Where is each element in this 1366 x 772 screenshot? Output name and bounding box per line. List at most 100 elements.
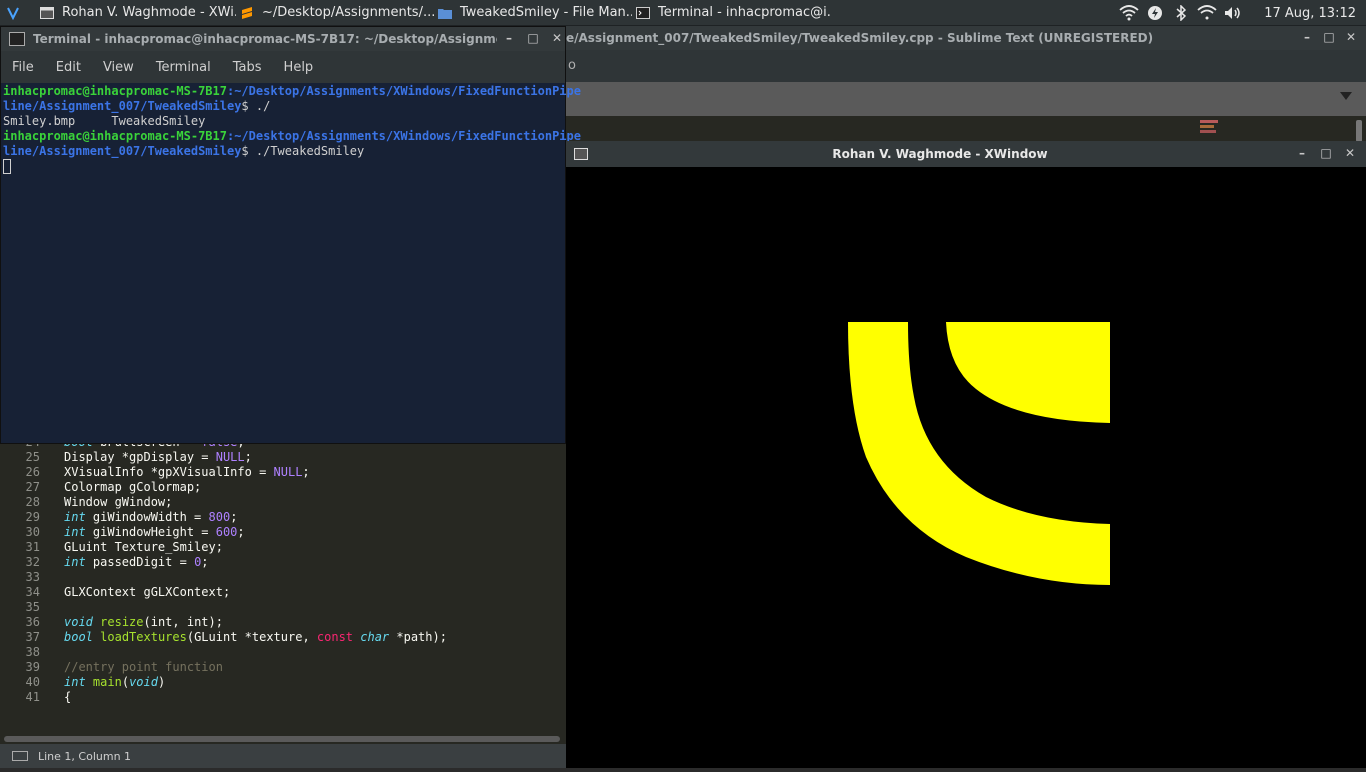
network-icon[interactable]	[1196, 0, 1218, 26]
code-text: GLuint Texture_Smiley;	[64, 540, 223, 554]
line-number: 32	[25, 555, 40, 569]
minimap[interactable]	[1200, 120, 1224, 140]
terminal-line: inhacpromac@inhacpromac-MS-7B17:~/Deskto…	[3, 84, 581, 98]
sublime-menu-fragment[interactable]: o	[568, 58, 576, 73]
cursor-position: Line 1, Column 1	[38, 749, 132, 763]
line-number: 36	[25, 615, 40, 629]
line-number: 28	[25, 495, 40, 509]
tab-list-chevron-icon[interactable]	[1340, 92, 1352, 100]
terminal-icon	[9, 32, 25, 46]
code-text: Window gWindow;	[64, 495, 173, 509]
code-line[interactable]: 41 {	[0, 690, 564, 705]
wifi-icon[interactable]	[1118, 0, 1140, 26]
volume-icon[interactable]	[1222, 0, 1244, 26]
code-line[interactable]: 33	[0, 570, 564, 585]
app-menu-button[interactable]	[0, 0, 36, 26]
maximize-button[interactable]: □	[525, 31, 541, 45]
line-number: 30	[25, 525, 40, 539]
taskbar-item-label: Rohan V. Waghmode - XWi...	[62, 5, 236, 20]
terminal-title: Terminal - inhacpromac@inhacpromac-MS-7B…	[33, 32, 497, 46]
smiley-texture-render	[566, 167, 1366, 768]
opengl-canvas[interactable]	[566, 167, 1366, 768]
taskbar-item-label: TweakedSmiley - File Man...	[460, 5, 632, 20]
vertical-scrollbar[interactable]	[1356, 120, 1362, 142]
minimize-button[interactable]: –	[501, 31, 517, 45]
line-number: 35	[25, 600, 40, 614]
status-bar: Line 1, Column 1	[0, 744, 566, 768]
menu-help[interactable]: Help	[273, 60, 325, 75]
code-text: bool loadTextures(GLuint *texture, const…	[64, 630, 447, 644]
code-line[interactable]: 25 Display *gpDisplay = NULL;	[0, 450, 564, 465]
terminal-cursor	[3, 159, 11, 174]
panel-toggle-icon[interactable]	[12, 751, 28, 761]
code-line[interactable]: 26 XVisualInfo *gpXVisualInfo = NULL;	[0, 465, 564, 480]
code-text: //entry point function	[64, 660, 223, 674]
bluetooth-icon[interactable]	[1170, 0, 1192, 26]
code-text: int main(void)	[64, 675, 166, 689]
terminal-line: inhacpromac@inhacpromac-MS-7B17:~/Deskto…	[3, 129, 581, 143]
taskbar-item-file-manager[interactable]: TweakedSmiley - File Man...	[434, 0, 632, 26]
close-button[interactable]: ✕	[1342, 146, 1358, 160]
code-line[interactable]: 39 //entry point function	[0, 660, 564, 675]
code-line[interactable]: 27 Colormap gColormap;	[0, 480, 564, 495]
code-line[interactable]: 36 void resize(int, int);	[0, 615, 564, 630]
xwindow: Rohan V. Waghmode - XWindow – □ ✕	[566, 141, 1366, 768]
code-line[interactable]: 29 int giWindowWidth = 800;	[0, 510, 564, 525]
menu-tabs[interactable]: Tabs	[222, 60, 273, 75]
code-text: Colormap gColormap;	[64, 480, 202, 494]
sublime-text-icon	[240, 6, 254, 20]
line-number: 34	[25, 585, 40, 599]
line-number: 27	[25, 480, 40, 494]
line-number: 31	[25, 540, 40, 554]
code-line[interactable]: 37 bool loadTextures(GLuint *texture, con…	[0, 630, 564, 645]
xwindow-titlebar[interactable]: Rohan V. Waghmode - XWindow – □ ✕	[566, 141, 1366, 167]
line-number: 26	[25, 465, 40, 479]
code-line[interactable]: 34 GLXContext gGLXContext;	[0, 585, 564, 600]
code-line[interactable]: 28 Window gWindow;	[0, 495, 564, 510]
minimize-button[interactable]: –	[1294, 146, 1310, 160]
code-text: Display *gpDisplay = NULL;	[64, 450, 252, 464]
power-icon[interactable]	[1144, 0, 1166, 26]
taskbar-item-xwindow[interactable]: Rohan V. Waghmode - XWi...	[36, 0, 236, 26]
code-line[interactable]: 32 int passedDigit = 0;	[0, 555, 564, 570]
terminal-menubar: File Edit View Terminal Tabs Help	[1, 51, 565, 83]
menu-terminal[interactable]: Terminal	[145, 60, 222, 75]
code-text: int giWindowHeight = 600;	[64, 525, 245, 539]
xwindow-title: Rohan V. Waghmode - XWindow	[832, 147, 1048, 161]
taskbar-item-sublime[interactable]: ~/Desktop/Assignments/...	[236, 0, 434, 26]
line-number: 38	[25, 645, 40, 659]
code-line[interactable]: 31 GLuint Texture_Smiley;	[0, 540, 564, 555]
terminal-icon	[636, 6, 650, 20]
code-text: void resize(int, int);	[64, 615, 223, 629]
taskbar-item-terminal[interactable]: Terminal - inhacpromac@i...	[632, 0, 832, 26]
close-button[interactable]: ✕	[1343, 30, 1359, 44]
clock[interactable]: 17 Aug, 13:12	[1246, 6, 1366, 21]
code-line[interactable]: 30 int giWindowHeight = 600;	[0, 525, 564, 540]
sublime-title: e/Assignment_007/TweakedSmiley/TweakedSm…	[566, 31, 1154, 45]
horizontal-scrollbar[interactable]	[4, 736, 560, 742]
line-number: 25	[25, 450, 40, 464]
terminal-window: Terminal - inhacpromac@inhacpromac-MS-7B…	[0, 26, 581, 444]
minimize-button[interactable]: –	[1299, 30, 1315, 44]
maximize-button[interactable]: □	[1321, 30, 1337, 44]
code-editor[interactable]: 23//global variable declarations24bool b…	[0, 418, 564, 736]
menu-view[interactable]: View	[92, 60, 145, 75]
taskbar-item-label: ~/Desktop/Assignments/...	[262, 5, 434, 20]
code-line[interactable]: 35	[0, 600, 564, 615]
terminal-output[interactable]: inhacpromac@inhacpromac-MS-7B17:~/Deskto…	[1, 83, 581, 443]
code-line[interactable]: 40 int main(void)	[0, 675, 564, 690]
code-line[interactable]: 38	[0, 645, 564, 660]
terminal-line: line/Assignment_007/TweakedSmiley$ ./	[3, 99, 271, 113]
folder-icon	[438, 6, 452, 20]
maximize-button[interactable]: □	[1318, 146, 1334, 160]
window-icon	[40, 6, 54, 20]
code-text: GLXContext gGLXContext;	[64, 585, 231, 599]
taskbar: Rohan V. Waghmode - XWi... ~/Desktop/Ass…	[0, 0, 1366, 26]
close-button[interactable]: ✕	[549, 31, 565, 45]
sublime-tabbar	[566, 82, 1366, 116]
system-tray: 17 Aug, 13:12	[1116, 0, 1366, 26]
line-number: 41	[25, 690, 40, 704]
menu-file[interactable]: File	[1, 60, 45, 75]
terminal-titlebar[interactable]: Terminal - inhacpromac@inhacpromac-MS-7B…	[1, 27, 565, 51]
menu-edit[interactable]: Edit	[45, 60, 92, 75]
